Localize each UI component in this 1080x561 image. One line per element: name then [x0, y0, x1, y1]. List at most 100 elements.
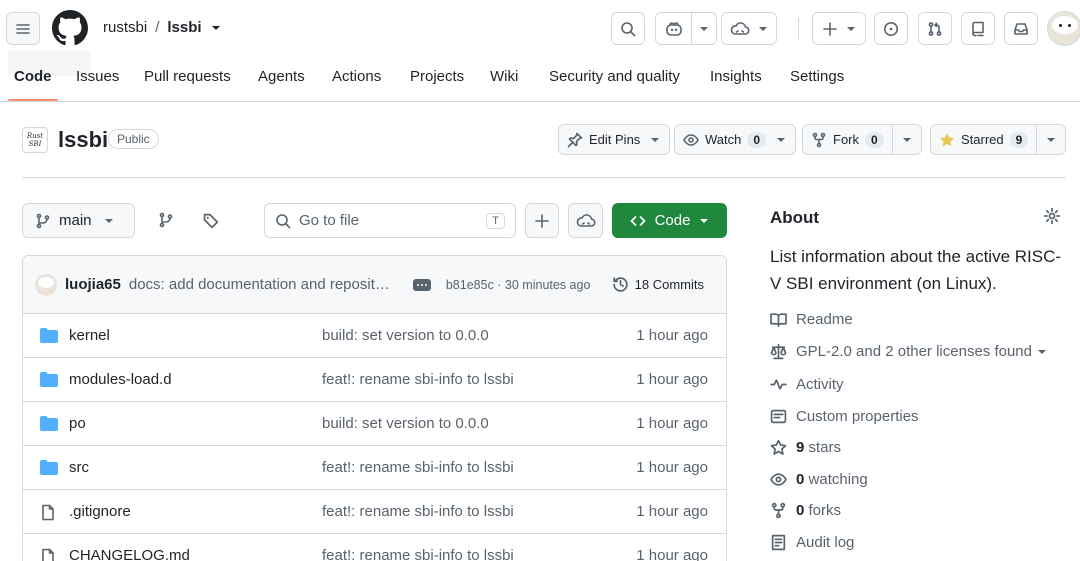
- search-button[interactable]: [611, 12, 645, 45]
- tab-issues[interactable]: Issues: [76, 68, 119, 85]
- go-to-file-placeholder: Go to file: [299, 212, 360, 229]
- plus-icon: [823, 21, 837, 36]
- github-logo-icon[interactable]: [52, 10, 88, 46]
- table-row[interactable]: po build: set version to 0.0.0 1 hour ag…: [23, 402, 726, 446]
- eye-icon: [683, 133, 699, 146]
- file-name[interactable]: .gitignore: [69, 503, 131, 520]
- file-name[interactable]: CHANGELOG.md: [69, 547, 190, 561]
- file-commit-time: 1 hour ago: [636, 327, 708, 344]
- audit-log-link[interactable]: Audit log: [770, 534, 854, 551]
- custom-properties-link[interactable]: Custom properties: [770, 408, 919, 425]
- table-row[interactable]: modules-load.d feat!: rename sbi-info to…: [23, 358, 726, 402]
- file-commit-message[interactable]: build: set version to 0.0.0: [322, 415, 489, 432]
- fork-dropdown[interactable]: [891, 125, 921, 154]
- commit-hash-time[interactable]: b81e85c · 30 minutes ago: [446, 278, 591, 292]
- author-avatar[interactable]: [35, 273, 57, 296]
- custom-properties-label: Custom properties: [796, 408, 919, 425]
- file-commit-message[interactable]: feat!: rename sbi-info to lssbi: [322, 371, 514, 388]
- pull-requests-button[interactable]: [918, 12, 952, 45]
- stars-link[interactable]: 9 stars: [770, 439, 841, 456]
- activity-link[interactable]: Activity: [770, 376, 844, 393]
- file-commit-message[interactable]: feat!: rename sbi-info to lssbi: [322, 459, 514, 476]
- user-avatar[interactable]: [1047, 11, 1080, 46]
- add-file-button[interactable]: [525, 203, 559, 238]
- forks-label: forks: [808, 502, 842, 519]
- create-new-button[interactable]: [812, 12, 866, 45]
- tab-insights[interactable]: Insights: [710, 68, 762, 85]
- file-table: luojia65 docs: add documentation and rep…: [22, 255, 727, 561]
- log-icon: [771, 534, 786, 551]
- file-name[interactable]: po: [69, 415, 86, 432]
- repositories-button[interactable]: [961, 12, 995, 45]
- file-commit-message[interactable]: build: set version to 0.0.0: [322, 327, 489, 344]
- file-name[interactable]: src: [69, 459, 89, 476]
- cloud-icon: [730, 21, 750, 35]
- repo-title[interactable]: lssbi: [58, 127, 108, 153]
- repo-description: List information about the active RISC-V…: [770, 247, 1062, 293]
- ellipsis-icon[interactable]: [412, 278, 431, 291]
- star-count: 9: [1009, 131, 1029, 148]
- breadcrumb-separator: /: [155, 19, 160, 36]
- breadcrumb-repo[interactable]: lssbi: [167, 19, 201, 36]
- tab-agents[interactable]: Agents: [258, 68, 305, 85]
- tab-wiki[interactable]: Wiki: [490, 68, 518, 85]
- table-row[interactable]: .gitignore feat!: rename sbi-info to lss…: [23, 490, 726, 534]
- breadcrumb-owner[interactable]: rustsbi: [103, 19, 147, 36]
- hamburger-icon: [16, 23, 30, 34]
- forks-link[interactable]: 0 forks: [770, 502, 841, 519]
- go-to-file-input[interactable]: Go to file T: [264, 203, 516, 238]
- tab-settings[interactable]: Settings: [790, 68, 844, 85]
- repo-header: Rust SBI lssbi Public Edit Pins Watch 0 …: [0, 103, 1080, 178]
- copilot-button[interactable]: [655, 12, 717, 45]
- commit-author[interactable]: luojia65: [65, 276, 121, 293]
- watching-link[interactable]: 0 watching: [770, 471, 868, 488]
- tab-code[interactable]: Code: [14, 68, 52, 85]
- about-settings-button[interactable]: [1043, 207, 1061, 225]
- issue-opened-icon: [884, 21, 898, 36]
- repo-icon: [972, 21, 984, 36]
- inbox-button[interactable]: [1004, 12, 1038, 45]
- repo-owner-avatar[interactable]: Rust SBI: [22, 127, 48, 153]
- fork-label: Fork: [833, 132, 859, 147]
- file-name[interactable]: kernel: [69, 327, 110, 344]
- menu-button[interactable]: [6, 12, 40, 45]
- chevron-down-icon: [651, 137, 660, 142]
- starred-button[interactable]: Starred 9: [930, 124, 1067, 155]
- file-commit-time: 1 hour ago: [636, 547, 708, 561]
- file-commit-message[interactable]: feat!: rename sbi-info to lssbi: [322, 503, 514, 520]
- codespaces-button[interactable]: [721, 12, 777, 45]
- cloud-icon: [576, 213, 596, 227]
- code-button[interactable]: Code: [612, 203, 727, 238]
- tags-link[interactable]: [203, 212, 220, 229]
- table-row[interactable]: CHANGELOG.md feat!: rename sbi-info to l…: [23, 534, 726, 561]
- chevron-down-icon[interactable]: [210, 22, 222, 34]
- file-commit-time: 1 hour ago: [636, 371, 708, 388]
- avatar-face: [1052, 16, 1078, 34]
- fork-button[interactable]: Fork 0: [802, 124, 922, 155]
- license-link[interactable]: GPL-2.0 and 2 other licenses found: [770, 343, 1047, 360]
- star-dropdown[interactable]: [1036, 125, 1065, 154]
- chevron-down-icon: [902, 137, 911, 142]
- repo-nav: Code Issues Pull requests Agents Actions…: [0, 57, 1080, 102]
- branches-link[interactable]: [158, 212, 174, 228]
- git-branch-icon: [36, 213, 50, 228]
- tab-actions[interactable]: Actions: [332, 68, 381, 85]
- readme-link[interactable]: Readme: [770, 311, 853, 328]
- commit-message[interactable]: docs: add documentation and repository i…: [129, 276, 397, 293]
- edit-pins-button[interactable]: Edit Pins: [558, 124, 671, 155]
- commits-link[interactable]: 18 Commits: [612, 276, 704, 293]
- watch-button[interactable]: Watch 0: [674, 124, 797, 155]
- pin-icon: [567, 132, 583, 147]
- table-row[interactable]: kernel build: set version to 0.0.0 1 hou…: [23, 314, 726, 358]
- tab-security-and-quality[interactable]: Security and quality: [549, 68, 680, 85]
- file-commit-message[interactable]: feat!: rename sbi-info to lssbi: [322, 547, 514, 561]
- issues-button[interactable]: [874, 12, 908, 45]
- codespace-button[interactable]: [568, 203, 603, 238]
- activity-label: Activity: [796, 376, 844, 393]
- file-name[interactable]: modules-load.d: [69, 371, 172, 388]
- branch-select-button[interactable]: main: [22, 203, 135, 238]
- tab-projects[interactable]: Projects: [410, 68, 464, 85]
- tab-pull-requests[interactable]: Pull requests: [144, 68, 231, 85]
- code-button-label: Code: [654, 212, 691, 229]
- table-row[interactable]: src feat!: rename sbi-info to lssbi 1 ho…: [23, 446, 726, 490]
